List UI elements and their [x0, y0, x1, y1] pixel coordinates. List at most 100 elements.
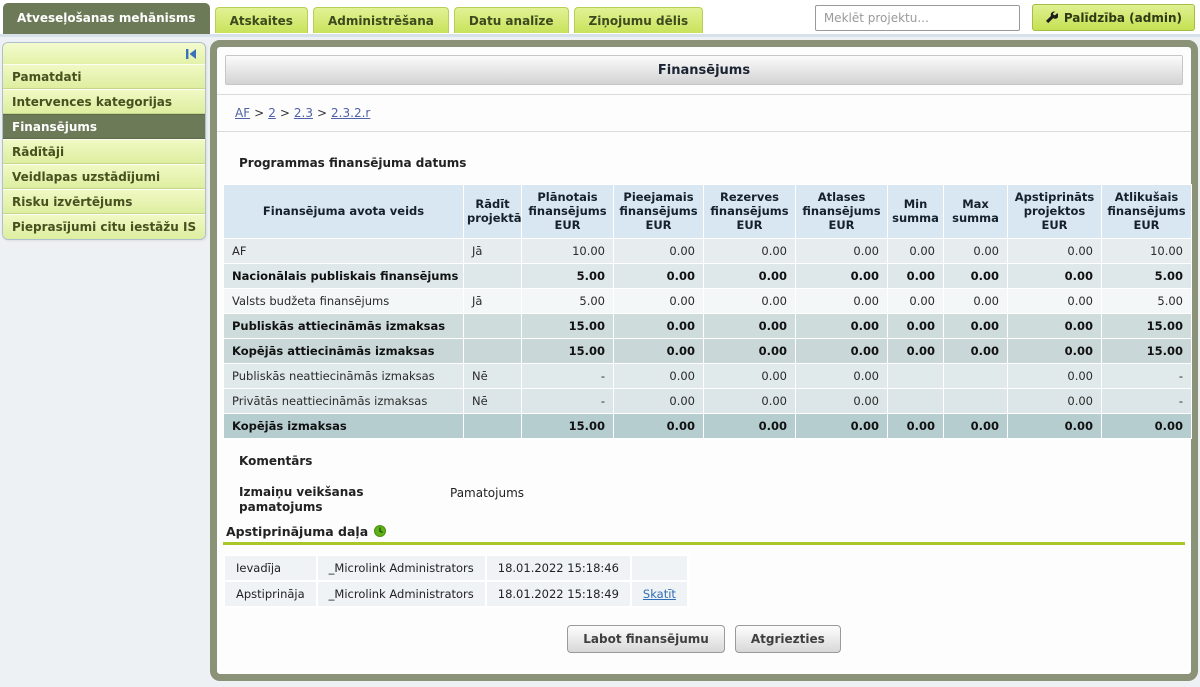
table-cell: 0.00 [614, 413, 704, 438]
table-cell: 15.00 [1102, 313, 1192, 338]
table-cell: 5.00 [522, 288, 614, 313]
tab-ziņojumu-dēlis[interactable]: Ziņojumu dēlis [574, 7, 704, 33]
financing-table: Finansējuma avota veidsRādīt projektāPlā… [223, 184, 1192, 439]
top-navigation-bar: Atveseļošanas mehānismsAtskaitesAdminist… [0, 0, 1200, 37]
breadcrumb-separator: > [317, 106, 327, 120]
table-cell: 0.00 [944, 288, 1008, 313]
table-cell: Jā [464, 288, 522, 313]
breadcrumb-link-af[interactable]: AF [235, 106, 250, 120]
tab-datu-analīze[interactable]: Datu analīze [454, 7, 569, 33]
sidebar-item-pieprasījumi-citu-iestāžu-is[interactable]: Pieprasījumi citu iestāžu IS [3, 214, 205, 239]
table-cell: Kopējās attiecināmās izmaksas [224, 338, 464, 363]
breadcrumb-separator: > [280, 106, 290, 120]
table-cell [888, 388, 944, 413]
table-cell [888, 363, 944, 388]
edit-financing-button[interactable]: Labot finansējumu [567, 625, 725, 653]
table-cell: - [522, 363, 614, 388]
table-cell: 0.00 [614, 263, 704, 288]
table-cell: 0.00 [888, 313, 944, 338]
sidebar-item-pamatdati[interactable]: Pamatdati [3, 64, 205, 89]
table-cell: 0.00 [704, 338, 796, 363]
table-cell: 0.00 [888, 238, 944, 263]
approval-cell: _Microlink Administrators [317, 555, 486, 581]
financing-table-header-row: Finansējuma avota veidsRādīt projektāPlā… [224, 184, 1192, 238]
table-cell: 0.00 [796, 238, 888, 263]
green-divider [223, 542, 1185, 545]
table-cell: - [1102, 388, 1192, 413]
collapse-left-icon[interactable] [184, 48, 198, 60]
table-cell: 5.00 [1102, 288, 1192, 313]
wrench-icon [1045, 11, 1058, 24]
column-header: Atlikušais finansējums EUR [1102, 184, 1192, 238]
table-cell: - [522, 388, 614, 413]
table-cell: 0.00 [796, 388, 888, 413]
comment-label: Komentārs [239, 454, 1191, 468]
table-cell [464, 338, 522, 363]
table-cell: 0.00 [1008, 338, 1102, 363]
table-cell [464, 263, 522, 288]
change-justification-value: Pamatojums [450, 485, 524, 516]
page-title: Finansējums [225, 55, 1183, 85]
table-cell: 0.00 [1008, 263, 1102, 288]
table-cell: 0.00 [614, 363, 704, 388]
table-cell: 0.00 [614, 338, 704, 363]
table-cell: 5.00 [1102, 263, 1192, 288]
breadcrumb-link-2[interactable]: 2 [268, 106, 276, 120]
skatit-link[interactable]: Skatīt [643, 587, 676, 601]
topbar-right: Palīdzība (admin) [815, 4, 1195, 31]
search-input[interactable] [815, 5, 1020, 31]
tab-atveseļošanas-mehānisms[interactable]: Atveseļošanas mehānisms [3, 3, 210, 34]
table-cell: AF [224, 238, 464, 263]
table-cell: 0.00 [796, 288, 888, 313]
column-header: Plānotais finansējums EUR [522, 184, 614, 238]
table-cell: 15.00 [522, 338, 614, 363]
main-tabs: Atveseļošanas mehānismsAtskaitesAdminist… [3, 3, 703, 34]
table-cell: Privātās neattiecināmās izmaksas [224, 388, 464, 413]
table-cell: 0.00 [704, 313, 796, 338]
approval-cell: 18.01.2022 15:18:49 [486, 581, 631, 607]
table-cell: Jā [464, 238, 522, 263]
table-cell: 0.00 [704, 363, 796, 388]
clock-icon [374, 525, 386, 537]
table-cell: Nacionālais publiskais finansējums [224, 263, 464, 288]
tab-administrēšana[interactable]: Administrēšana [313, 7, 449, 33]
change-justification-label: Izmaiņu veikšanas pamatojums [239, 485, 414, 516]
sidebar-item-veidlapas-uzstādījumi[interactable]: Veidlapas uzstādījumi [3, 164, 205, 189]
table-cell: Nē [464, 363, 522, 388]
approval-cell: _Microlink Administrators [317, 581, 486, 607]
sidebar-item-rādītāji[interactable]: Rādītāji [3, 139, 205, 164]
table-cell: 0.00 [944, 413, 1008, 438]
help-button[interactable]: Palīdzība (admin) [1032, 4, 1195, 31]
breadcrumb-link-2.3.2.r[interactable]: 2.3.2.r [331, 106, 370, 120]
column-header: Min summa [888, 184, 944, 238]
approval-cell: Apstiprināja [224, 581, 317, 607]
table-cell [944, 388, 1008, 413]
column-header: Finansējuma avota veids [224, 184, 464, 238]
table-cell: 0.00 [704, 263, 796, 288]
tab-atskaites[interactable]: Atskaites [215, 7, 308, 33]
approval-cell: Ievadīja [224, 555, 317, 581]
table-cell: 0.00 [614, 313, 704, 338]
table-cell: 0.00 [704, 413, 796, 438]
table-row: AFJā10.000.000.000.000.000.000.0010.00 [224, 238, 1192, 263]
table-cell: 0.00 [888, 413, 944, 438]
program-financing-date-label: Programmas finansējuma datums [239, 156, 474, 172]
change-justification-row: Izmaiņu veikšanas pamatojums Pamatojums [239, 485, 1191, 516]
breadcrumb-link-2.3[interactable]: 2.3 [294, 106, 313, 120]
approval-section-header: Apstiprinājuma daļa [226, 524, 1191, 539]
table-cell: 0.00 [944, 238, 1008, 263]
content-panel: Finansējums AF>2>2.3>2.3.2.r Programmas … [210, 40, 1198, 681]
back-button[interactable]: Atgriezties [735, 625, 841, 653]
approval-cell: 18.01.2022 15:18:46 [486, 555, 631, 581]
table-cell: - [1102, 363, 1192, 388]
sidebar-item-intervences-kategorijas[interactable]: Intervences kategorijas [3, 89, 205, 114]
column-header: Pieejamais finansējums EUR [614, 184, 704, 238]
table-cell: 0.00 [796, 413, 888, 438]
sidebar-item-finansējums[interactable]: Finansējums [3, 114, 205, 139]
table-cell: 0.00 [796, 338, 888, 363]
sidebar-item-risku-izvērtējums[interactable]: Risku izvērtējums [3, 189, 205, 214]
sidebar-header [3, 43, 205, 64]
table-cell: 0.00 [1008, 388, 1102, 413]
table-cell: 0.00 [704, 288, 796, 313]
table-cell: 0.00 [1008, 288, 1102, 313]
